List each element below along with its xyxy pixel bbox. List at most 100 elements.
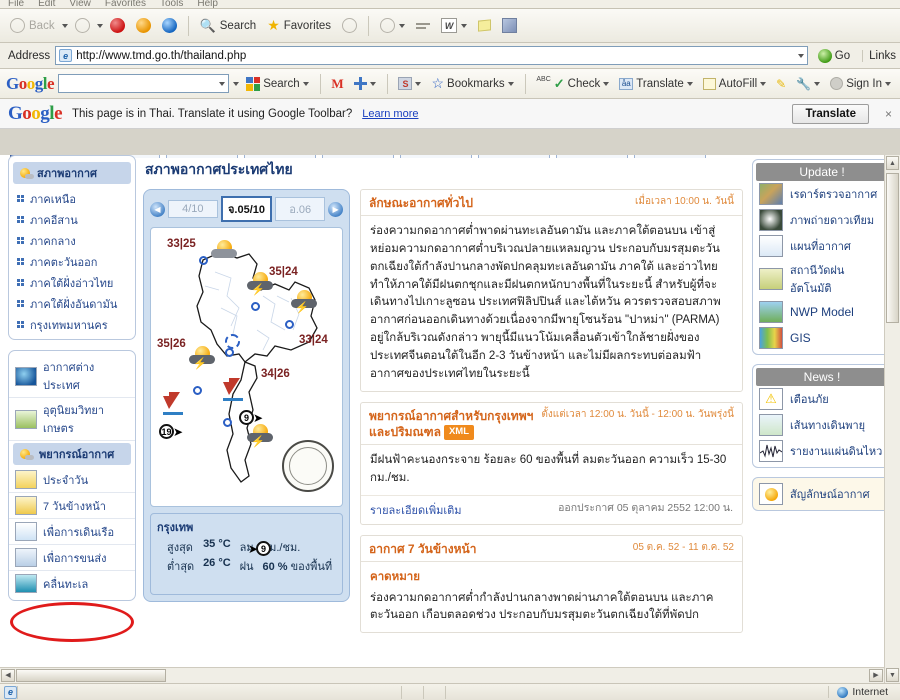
favorites-button[interactable]: ★ Favorites — [263, 15, 335, 36]
vertical-scroll-thumb[interactable] — [886, 173, 899, 323]
bookmarks-button[interactable]: ☆ Bookmarks — [428, 73, 516, 94]
sidebar-item-isan[interactable]: ภาคอีสาน — [9, 209, 135, 230]
rail-item-storm-track[interactable]: เส้นทางเดินพายุ — [756, 412, 888, 438]
sidebar-item-seven-day[interactable]: 7 วันข้างหน้า — [9, 493, 135, 519]
security-zone[interactable]: Internet — [828, 686, 896, 698]
rail-item-nwp[interactable]: NWP Model — [756, 299, 888, 325]
xml-badge[interactable]: XML — [443, 424, 475, 440]
sidebar-item-daily[interactable]: ประจำวัน — [9, 467, 135, 493]
menu-file[interactable]: File — [8, 0, 24, 8]
translate-action-button[interactable]: Translate — [792, 103, 869, 124]
gis-icon — [759, 327, 783, 349]
google-toolbar: Google Search M S ☆ Bookmarks ABC ✓ Chec… — [0, 69, 900, 99]
spellcheck-button[interactable]: ABC ✓ Check — [533, 74, 612, 94]
bookmarks-dropdown-icon[interactable] — [507, 81, 514, 86]
rail-item-earthquake[interactable]: รายงานแผ่นดินไหว — [756, 438, 888, 464]
check-dropdown-icon[interactable] — [603, 81, 610, 86]
links-button[interactable]: Links — [862, 49, 896, 62]
sidebar-item-south-gulf[interactable]: ภาคใต้ฝั่งอ่าวไทย — [9, 272, 135, 293]
close-icon[interactable]: × — [879, 107, 892, 121]
rail-item-satellite[interactable]: ภาพถ่ายดาวเทียม — [756, 207, 888, 233]
edit-dropdown-icon[interactable] — [461, 23, 468, 28]
add-button[interactable] — [351, 75, 379, 92]
scroll-left-icon[interactable]: ◀ — [1, 669, 15, 682]
learn-more-link[interactable]: Learn more — [362, 108, 418, 120]
home-button[interactable] — [158, 16, 181, 35]
menu-help[interactable]: Help — [197, 0, 218, 8]
mail-dropdown-icon[interactable] — [399, 23, 406, 28]
scroll-down-icon[interactable]: ▼ — [886, 668, 899, 682]
vertical-scrollbar[interactable]: ▲ ▼ — [884, 155, 900, 683]
rail-item-gis[interactable]: GIS — [756, 325, 888, 351]
thailand-weather-map[interactable]: 33|25 35|24 35|26 33|24 34|26 ⚡ ⚡ ⚡ ⚡ 9 … — [150, 227, 343, 507]
rail-item-radar[interactable]: เรดาร์ตรวจอากาศ — [756, 181, 888, 207]
horizontal-scrollbar[interactable]: ◀ ▶ — [0, 667, 884, 683]
favorites-label: Favorites — [283, 19, 332, 32]
autofill-dropdown-icon[interactable] — [760, 81, 767, 86]
signin-button[interactable]: Sign In — [827, 75, 894, 92]
google-search-dropdown-icon[interactable] — [219, 81, 226, 86]
gmail-button[interactable]: M — [328, 74, 346, 94]
settings-button[interactable]: 🔧 — [793, 75, 823, 93]
date-current[interactable]: จ.05/10 — [220, 196, 273, 222]
translate-dropdown-icon[interactable] — [686, 81, 693, 86]
sidebar-item-east[interactable]: ภาคตะวันออก — [9, 251, 135, 272]
messenger-icon — [502, 18, 518, 33]
rail-item-weather-map[interactable]: แผนที่อากาศ — [756, 233, 888, 259]
address-dropdown-icon[interactable] — [797, 53, 804, 58]
sidebar-item-bangkok[interactable]: กรุงเทพมหานคร — [9, 314, 135, 335]
date-prev[interactable]: 4/10 — [168, 200, 218, 218]
mail-button[interactable] — [376, 16, 409, 35]
sidebar-item-aviation[interactable]: เพื่อการขนส่ง — [9, 545, 135, 571]
sidebar-item-sea-waves[interactable]: คลื่นทะเล — [9, 571, 135, 596]
highlight-button[interactable]: ✎ — [773, 75, 789, 93]
stop-button[interactable] — [106, 16, 129, 35]
translate-button[interactable]: åa Translate — [616, 76, 696, 92]
history-button[interactable] — [338, 16, 361, 35]
refresh-button[interactable] — [132, 16, 155, 35]
sidebar-item-south-andaman[interactable]: ภาคใต้ฝั่งอันดามัน — [9, 293, 135, 314]
popup-blocker-button[interactable]: S — [395, 75, 424, 92]
sidebar-item-marine[interactable]: เพื่อการเดินเรือ — [9, 519, 135, 545]
notes-button[interactable] — [474, 18, 495, 33]
add-dropdown-icon[interactable] — [369, 81, 376, 86]
more-details-link[interactable]: รายละเอียดเพิ่มเติม — [370, 501, 462, 519]
go-button[interactable]: Go — [813, 48, 855, 63]
menu-edit[interactable]: Edit — [38, 0, 55, 8]
google-search-input[interactable] — [58, 74, 230, 93]
menu-tools[interactable]: Tools — [160, 0, 183, 8]
print-button[interactable] — [412, 21, 434, 31]
rail-item-weather-symbols[interactable]: สัญลักษณ์อากาศ — [756, 481, 888, 507]
horizontal-scroll-thumb[interactable] — [16, 669, 166, 682]
scroll-up-icon[interactable]: ▲ — [886, 156, 899, 170]
signin-dropdown-icon[interactable] — [885, 81, 891, 86]
scroll-right-icon[interactable]: ▶ — [869, 669, 883, 682]
back-dropdown-icon[interactable] — [61, 23, 68, 28]
address-input[interactable]: e http://www.tmd.go.th/thailand.php — [55, 46, 808, 65]
blocker-dropdown-icon[interactable] — [415, 81, 422, 86]
menu-view[interactable]: View — [69, 0, 91, 8]
sidebar-item-agrometeorology[interactable]: อุตุนิยมวิทยาเกษตร — [9, 398, 135, 441]
back-button[interactable]: Back — [6, 16, 59, 35]
search-button[interactable]: 🔍 Search — [196, 16, 261, 36]
prev-day-button[interactable]: ◀ — [150, 201, 165, 217]
google-search-menu-icon[interactable] — [302, 81, 309, 86]
settings-dropdown-icon[interactable] — [814, 81, 821, 86]
edit-word-button[interactable]: W — [437, 16, 471, 35]
date-next[interactable]: อ.06 — [275, 197, 326, 221]
forward-dropdown-icon[interactable] — [96, 23, 103, 28]
sidebar-item-central[interactable]: ภาคกลาง — [9, 230, 135, 251]
bullet-icon — [17, 279, 25, 286]
messenger-button[interactable] — [498, 16, 521, 35]
menu-bar[interactable]: File Edit View Favorites Tools Help — [0, 0, 900, 9]
google-search-button[interactable]: Search — [243, 75, 311, 93]
forward-button[interactable] — [71, 16, 94, 35]
sidebar-item-international-weather[interactable]: อากาศต่างประเทศ — [9, 355, 135, 398]
rail-item-rain-gauge[interactable]: สถานีวัดฝนอัตโนมัติ — [756, 259, 888, 299]
next-day-button[interactable]: ▶ — [328, 201, 344, 217]
sidebar-item-north[interactable]: ภาคเหนือ — [9, 188, 135, 209]
google-history-icon[interactable] — [233, 81, 240, 86]
rail-item-warnings[interactable]: ⚠ เตือนภัย — [756, 386, 888, 412]
menu-favorites[interactable]: Favorites — [105, 0, 146, 8]
autofill-button[interactable]: AutoFill — [700, 76, 769, 92]
